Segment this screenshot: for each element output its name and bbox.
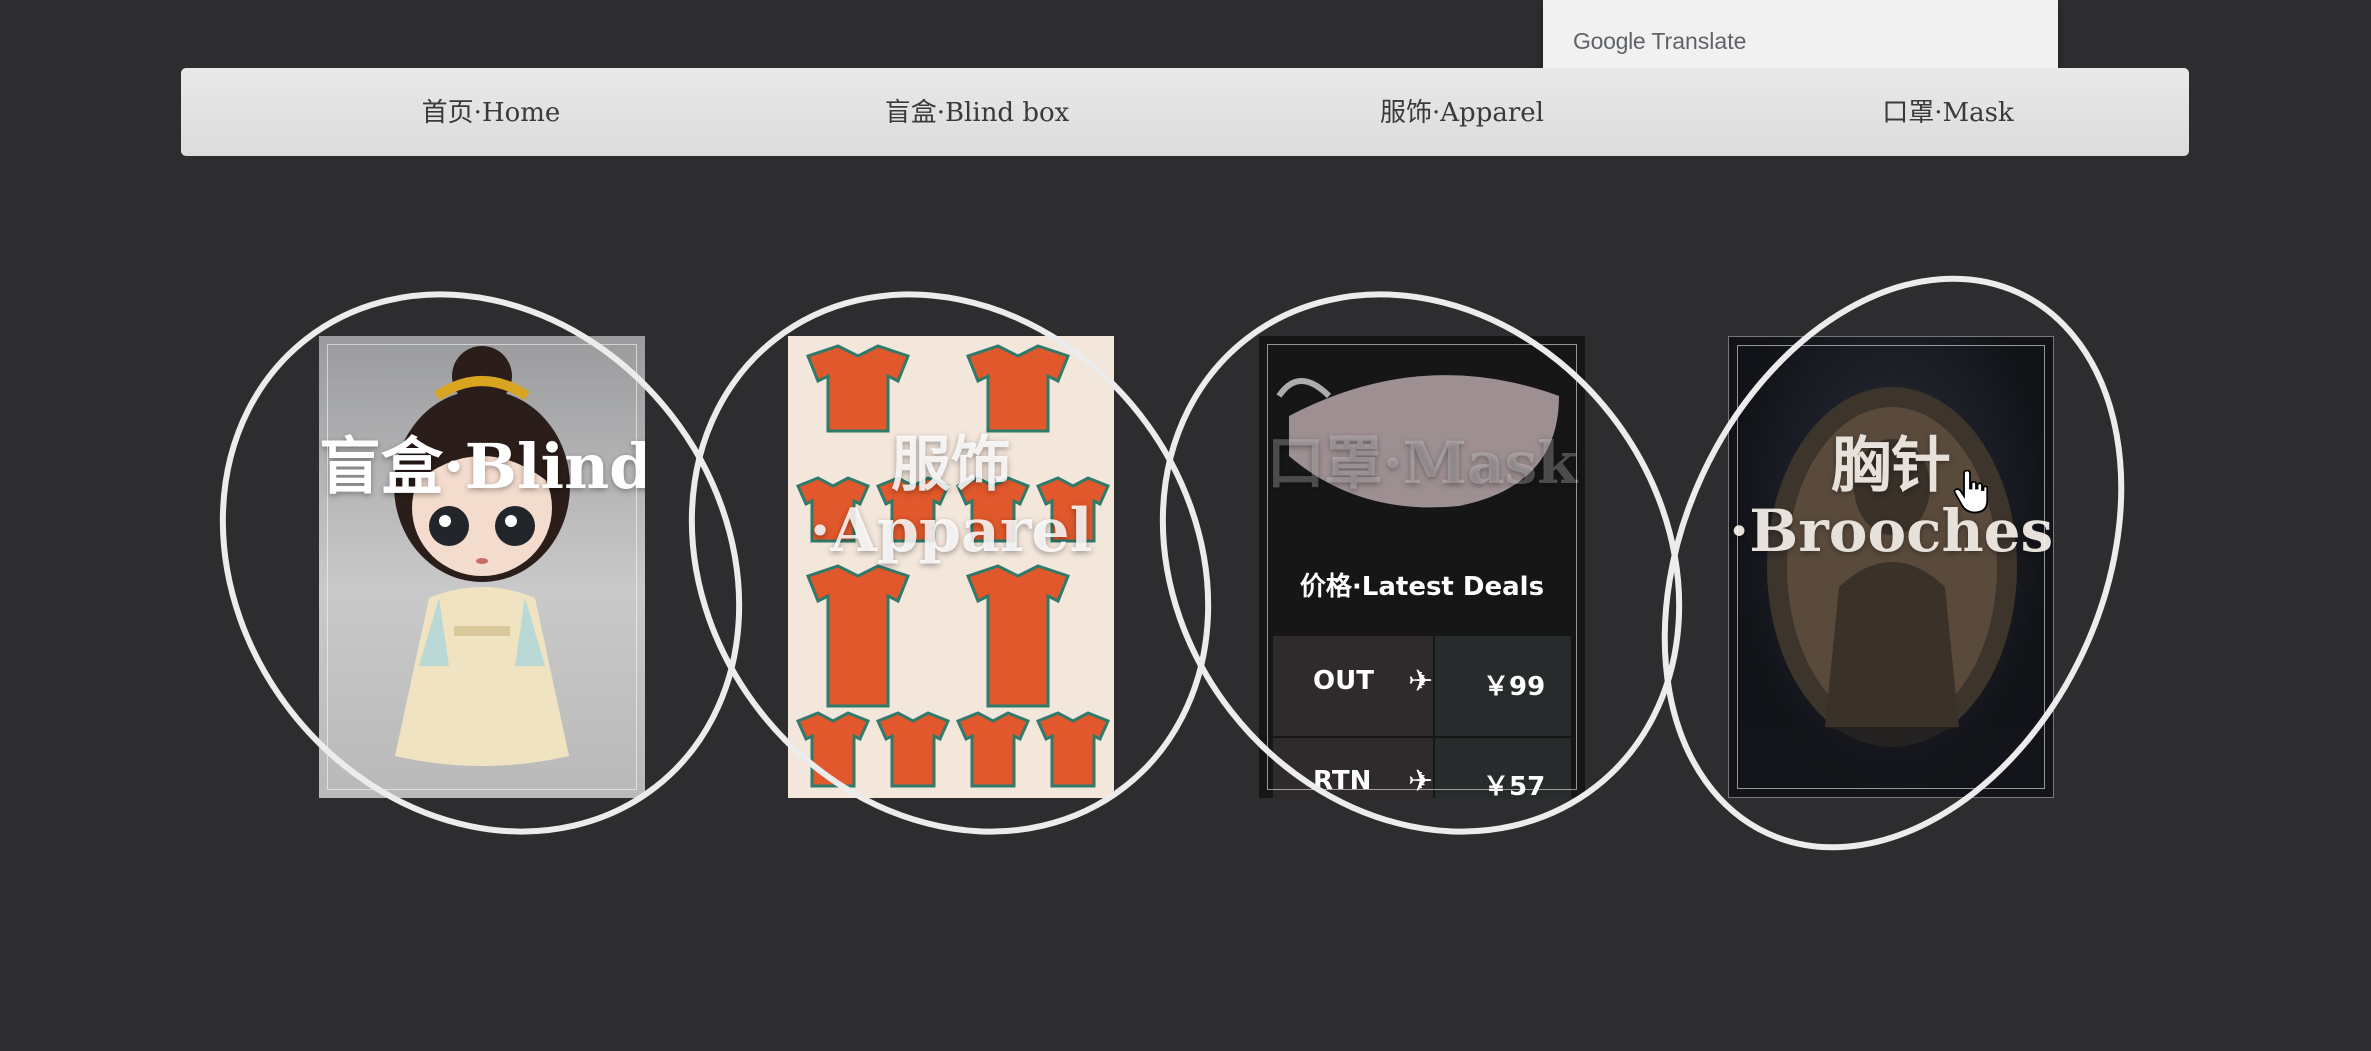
card-title-brooches-en: ·Brooches xyxy=(1729,497,2054,565)
deal-price: ￥99 xyxy=(1483,672,1546,702)
deal-route: RTN xyxy=(1313,766,1372,796)
deals-heading: 价格·Latest Deals xyxy=(1299,572,1545,602)
airplane-icon: ✈ xyxy=(1408,764,1434,798)
card-brooches[interactable]: 胸针 ·Brooches xyxy=(1728,336,2054,798)
airplane-icon: ✈ xyxy=(1408,664,1434,699)
deal-row-rtn[interactable]: RTN ✈ ￥57 xyxy=(1273,764,1571,798)
card-title-blind: 盲盒·Blind xyxy=(319,430,645,503)
doll-image xyxy=(394,346,570,766)
shirts-image xyxy=(795,344,1111,788)
card-apparel[interactable]: 服饰 ·Apparel xyxy=(788,336,1114,798)
brooch-image xyxy=(1729,387,2053,797)
nav-item-home[interactable]: 首页·Home xyxy=(422,92,561,129)
card-title-brooches-cn: 胸针 xyxy=(1831,431,1951,501)
card-title-apparel-en: ·Apparel xyxy=(809,496,1093,566)
nav-item-mask[interactable]: 口罩·Mask xyxy=(1882,92,2014,129)
deal-row-out[interactable]: OUT ✈ ￥99 xyxy=(1273,664,1571,766)
card-title-apparel-cn: 服饰 xyxy=(891,430,1011,500)
main-nav: 首页·Home 盲盒·Blind box 服饰·Apparel 口罩·Mask xyxy=(181,68,2189,156)
card-mask[interactable]: 口罩·Mask 价格·Latest Deals OUT ✈ ￥99 RTN ✈ … xyxy=(1259,336,1585,798)
deal-price: ￥57 xyxy=(1483,772,1546,798)
card-blind-box[interactable]: 盲盒·Blind xyxy=(319,336,645,798)
card-title-mask: 口罩·Mask xyxy=(1266,429,1578,497)
nav-item-blind-box[interactable]: 盲盒·Blind box xyxy=(885,92,1070,129)
deal-route: OUT xyxy=(1313,666,1374,696)
hand-pointer-icon xyxy=(1953,470,1988,514)
nav-item-apparel[interactable]: 服饰·Apparel xyxy=(1380,92,1544,129)
google-translate-label: Google Translate xyxy=(1573,28,1747,54)
